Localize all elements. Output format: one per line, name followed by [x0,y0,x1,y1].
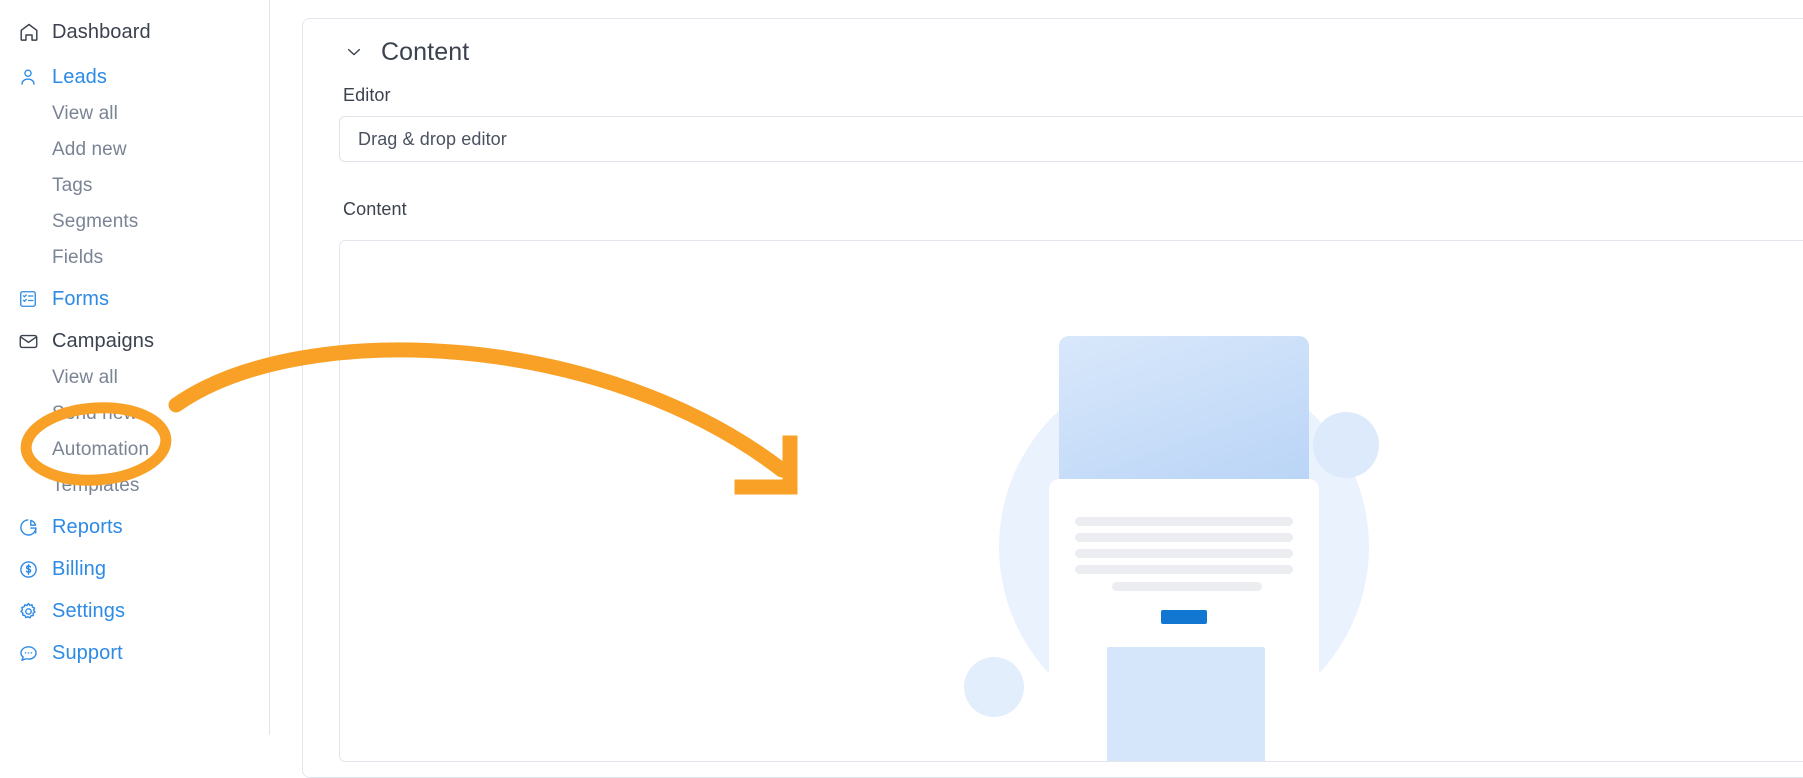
sidebar-subitem-label: Templates [52,474,140,496]
sidebar-subitem-label: Send new [52,402,138,424]
sidebar-item-forms[interactable]: Forms [0,281,269,317]
editor-label: Editor [343,85,391,105]
sidebar-item-label: Leads [52,66,107,88]
sidebar-item-leads[interactable]: Leads [0,59,269,95]
sidebar-item-campaigns[interactable]: Campaigns [0,323,269,359]
sidebar-subitem-label: View all [52,102,118,124]
sidebar-item-label: Support [52,642,123,664]
chat-icon [18,642,44,664]
page-title: Content [381,37,470,66]
sidebar-subitem-add-new[interactable]: Add new [0,131,269,167]
home-icon [18,21,44,43]
content-label: Content [343,198,407,219]
envelope-icon [18,330,44,352]
content-card: Content Editor Drag & drop editor Conten… [302,18,1803,778]
sidebar-item-billing[interactable]: Billing [0,551,269,587]
sidebar-item-label: Reports [52,516,123,538]
sidebar-subitem-templates[interactable]: Templates [0,467,269,503]
sidebar-subitem-label: Automation [52,438,150,460]
sidebar-item-label: Dashboard [52,21,151,43]
app-root: Dashboard Leads View all Add new Tags Se… [0,0,1803,778]
content-preview[interactable] [339,240,1803,762]
editor-select-value: Drag & drop editor [358,128,507,149]
sidebar-item-label: Settings [52,600,126,622]
pie-chart-icon [18,516,44,538]
sidebar-subitem-label: Add new [52,138,127,160]
content-row: Content Edit [339,188,1803,230]
email-illustration [964,336,1379,761]
sidebar-item-settings[interactable]: Settings [0,593,269,629]
sidebar-subitem-segments[interactable]: Segments [0,203,269,239]
sidebar-subitem-automation[interactable]: Automation [0,431,269,467]
sidebar-subitem-view-all-leads[interactable]: View all [0,95,269,131]
editor-select[interactable]: Drag & drop editor [339,116,1803,162]
card-header: Content [339,19,1803,85]
sidebar-item-dashboard[interactable]: Dashboard [0,14,269,50]
sidebar-subitem-tags[interactable]: Tags [0,167,269,203]
sidebar-subitem-label: Tags [52,174,93,196]
gear-icon [18,600,44,622]
sidebar-subitem-label: Fields [52,246,104,268]
sidebar-item-support[interactable]: Support [0,635,269,671]
sidebar-subitem-send-new[interactable]: Send new [0,395,269,431]
sidebar-item-label: Campaigns [52,330,155,352]
sidebar: Dashboard Leads View all Add new Tags Se… [0,0,270,735]
sidebar-item-label: Forms [52,288,110,310]
user-icon [18,66,44,88]
chevron-down-icon[interactable] [343,41,365,63]
sidebar-subitem-view-all-campaigns[interactable]: View all [0,359,269,395]
sidebar-item-reports[interactable]: Reports [0,509,269,545]
sidebar-subitem-fields[interactable]: Fields [0,239,269,275]
main-content: Content Editor Drag & drop editor Conten… [270,0,1803,778]
form-icon [18,288,44,310]
sidebar-subitem-label: View all [52,366,118,388]
sidebar-subitem-label: Segments [52,210,139,232]
dollar-circle-icon [18,558,44,580]
sidebar-item-label: Billing [52,558,107,580]
